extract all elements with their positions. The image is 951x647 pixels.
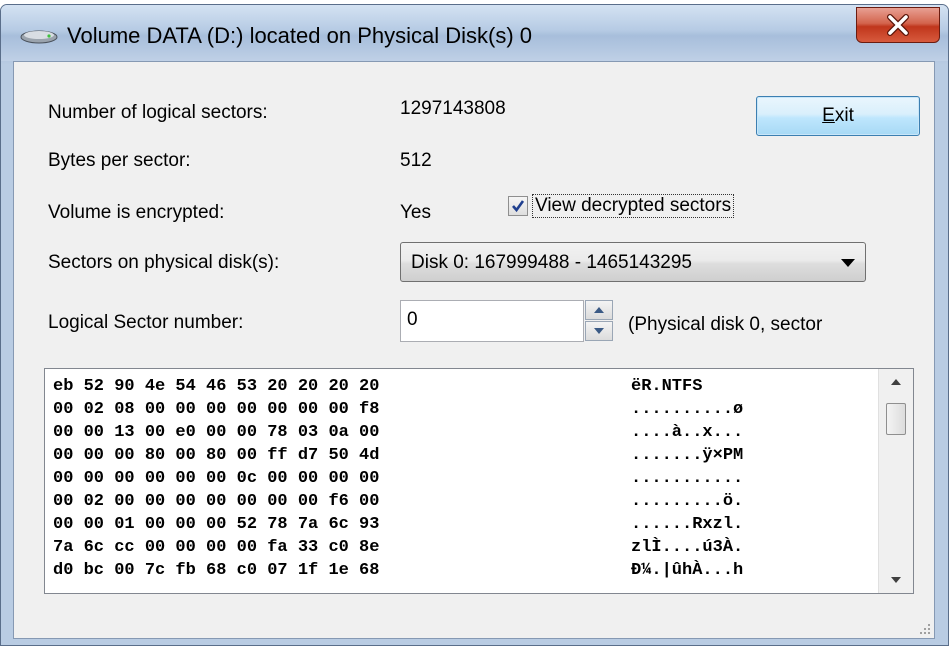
- view-decrypted-label[interactable]: View decrypted sectors: [532, 194, 735, 218]
- encrypted-value: Yes: [400, 202, 431, 223]
- chevron-down-icon: [594, 328, 604, 334]
- logical-sector-label: Logical Sector number:: [48, 312, 244, 333]
- ascii-row: zlÌ....ú3À.: [631, 538, 744, 557]
- sectors-on-disk-label: Sectors on physical disk(s):: [48, 252, 280, 273]
- exit-label: xit: [834, 105, 854, 126]
- logical-sectors-label: Number of logical sectors:: [48, 102, 268, 123]
- ascii-row: ...........: [631, 469, 744, 488]
- close-button[interactable]: [856, 7, 940, 43]
- hex-row: 00 02 00 00 00 00 00 00 00 f6 00: [53, 492, 380, 511]
- bytes-per-sector-label: Bytes per sector:: [48, 150, 191, 171]
- spin-up-button[interactable]: [585, 300, 613, 320]
- ascii-row: ....à..x...: [631, 423, 744, 442]
- chevron-down-icon: [841, 259, 855, 267]
- hex-row: 00 00 13 00 e0 00 00 78 03 0a 00: [53, 423, 380, 442]
- sector-number-input[interactable]: 0: [400, 300, 584, 342]
- logical-sectors-value: 1297143808: [400, 98, 506, 119]
- bytes-per-sector-value: 512: [400, 150, 432, 171]
- disk-select-value: Disk 0: 167999488 - 1465143295: [411, 252, 693, 273]
- hex-row: 00 00 01 00 00 00 52 78 7a 6c 93: [53, 515, 380, 534]
- ascii-row: Ð¼.|ûhÀ...h: [631, 561, 744, 580]
- exit-accelerator: E: [822, 105, 835, 126]
- sector-number-value: 0: [407, 309, 418, 330]
- encrypted-label: Volume is encrypted:: [48, 202, 225, 223]
- scroll-up-icon: [891, 379, 901, 385]
- vertical-scrollbar[interactable]: [878, 369, 913, 593]
- resize-grip-icon[interactable]: [917, 621, 931, 635]
- window-title: Volume DATA (D:) located on Physical Dis…: [67, 23, 533, 48]
- hex-dump-view[interactable]: eb 52 90 4e 54 46 53 20 20 20 20 00 02 0…: [44, 368, 914, 594]
- spin-down-button[interactable]: [585, 321, 613, 341]
- view-decrypted-checkbox[interactable]: [508, 196, 528, 216]
- checkmark-icon: [512, 200, 525, 213]
- ascii-row: ......Rxzl.: [631, 515, 744, 534]
- sector-spinner[interactable]: [585, 300, 615, 342]
- hex-row: 7a 6c cc 00 00 00 00 fa 33 c0 8e: [53, 538, 380, 557]
- chevron-up-icon: [594, 307, 604, 313]
- dialog-window: Volume DATA (D:) located on Physical Dis…: [0, 4, 949, 646]
- view-decrypted-checkbox-row[interactable]: View decrypted sectors: [508, 194, 735, 218]
- exit-button[interactable]: Exit: [756, 96, 920, 136]
- hex-row: d0 bc 00 7c fb 68 c0 07 1f 1e 68: [53, 561, 380, 580]
- ascii-row: .........ö.: [631, 492, 744, 511]
- hex-row: eb 52 90 4e 54 46 53 20 20 20 20: [53, 377, 380, 396]
- hex-row: 00 00 00 80 00 80 00 ff d7 50 4d: [53, 446, 380, 465]
- client-area: Number of logical sectors: 1297143808 Ex…: [13, 61, 935, 639]
- disk-select[interactable]: Disk 0: 167999488 - 1465143295: [400, 242, 866, 282]
- drive-icon: [20, 30, 58, 44]
- title-bar[interactable]: Volume DATA (D:) located on Physical Dis…: [1, 5, 948, 61]
- ascii-row: .......ÿ×PM: [631, 446, 744, 465]
- scroll-up-button[interactable]: [879, 369, 913, 395]
- close-icon: [887, 14, 909, 36]
- hex-row: 00 02 08 00 00 00 00 00 00 00 f8: [53, 400, 380, 419]
- ascii-row: ëR.NTFS: [631, 377, 703, 396]
- scroll-down-button[interactable]: [879, 567, 913, 593]
- scroll-thumb[interactable]: [886, 403, 906, 435]
- scroll-down-icon: [891, 577, 901, 583]
- physical-info: (Physical disk 0, sector: [628, 314, 823, 335]
- hex-row: 00 00 00 00 00 00 0c 00 00 00 00: [53, 469, 380, 488]
- ascii-row: ..........ø: [631, 400, 744, 419]
